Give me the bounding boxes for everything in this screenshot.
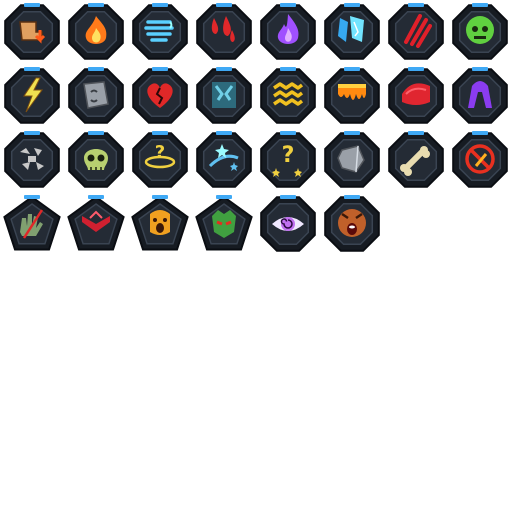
fire-badge-graphic [68, 3, 124, 60]
dizzy-stars-icon[interactable]: ? [256, 128, 320, 192]
stomp-down-icon[interactable] [0, 0, 64, 64]
frozen-crack-icon[interactable] [192, 64, 256, 128]
frozen-crack-badge-graphic [196, 67, 252, 124]
claw-slash-icon[interactable] [384, 0, 448, 64]
icon-sheet: ?? [0, 0, 512, 512]
green-fiend-badge-graphic [195, 195, 253, 251]
lava-drip-icon[interactable] [320, 64, 384, 128]
shadow-arch-badge-graphic [452, 67, 508, 124]
hypno-eye-icon[interactable] [256, 192, 320, 256]
starry-daze-icon[interactable] [192, 128, 256, 192]
poison-skull-badge-graphic [452, 3, 508, 60]
stomp-down-badge-graphic [4, 3, 60, 60]
ice-shards-icon[interactable] [320, 0, 384, 64]
whirlwind-icon[interactable] [128, 0, 192, 64]
shadow-arch-icon[interactable] [448, 64, 512, 128]
hand-slash-icon[interactable] [0, 192, 64, 256]
starry-daze-badge-graphic [196, 131, 252, 188]
red-cloak-icon[interactable] [384, 64, 448, 128]
broken-heart-icon[interactable] [128, 64, 192, 128]
lightning-strike-icon[interactable] [0, 64, 64, 128]
svg-text:?: ? [282, 143, 295, 168]
terror-face-badge-graphic [324, 195, 380, 252]
confusion-icon[interactable]: ? [128, 128, 192, 192]
bone-break-badge-graphic [388, 131, 444, 188]
ice-shards-badge-graphic [324, 3, 380, 60]
red-cloak-badge-graphic [388, 67, 444, 124]
no-attack-icon[interactable] [448, 128, 512, 192]
no-attack-badge-graphic [452, 131, 508, 188]
lava-drip-badge-graphic [324, 67, 380, 124]
dizzy-stars-badge-graphic: ? [260, 131, 316, 188]
confusion-badge-graphic: ? [132, 131, 188, 188]
shatter-icon[interactable] [0, 128, 64, 192]
shock-waves-icon[interactable] [256, 64, 320, 128]
whirlwind-badge-graphic [132, 3, 188, 60]
shatter-badge-graphic [4, 131, 60, 188]
broken-heart-badge-graphic [132, 67, 188, 124]
lightning-strike-badge-graphic [4, 67, 60, 124]
shock-waves-badge-graphic [260, 67, 316, 124]
claw-slash-badge-graphic [388, 3, 444, 60]
scream-icon[interactable] [128, 192, 192, 256]
poison-skull-icon[interactable] [448, 0, 512, 64]
bone-break-icon[interactable] [384, 128, 448, 192]
hypno-eye-badge-graphic [260, 195, 316, 252]
demon-chevron-badge-graphic [67, 195, 125, 251]
arcane-flame-badge-graphic [260, 3, 316, 60]
blood-drops-icon[interactable] [192, 0, 256, 64]
arcane-flame-icon[interactable] [256, 0, 320, 64]
stone-face-icon[interactable] [64, 64, 128, 128]
fire-icon[interactable] [64, 0, 128, 64]
hand-slash-badge-graphic [3, 195, 61, 251]
terror-face-icon[interactable] [320, 192, 384, 256]
skull-badge-graphic [68, 131, 124, 188]
scream-badge-graphic [131, 195, 189, 251]
demon-chevron-icon[interactable] [64, 192, 128, 256]
stone-badge-graphic [324, 131, 380, 188]
blood-drops-badge-graphic [196, 3, 252, 60]
skull-icon[interactable] [64, 128, 128, 192]
svg-text:?: ? [155, 142, 165, 163]
green-fiend-icon[interactable] [192, 192, 256, 256]
stone-face-badge-graphic [68, 67, 124, 124]
stone-icon[interactable] [320, 128, 384, 192]
